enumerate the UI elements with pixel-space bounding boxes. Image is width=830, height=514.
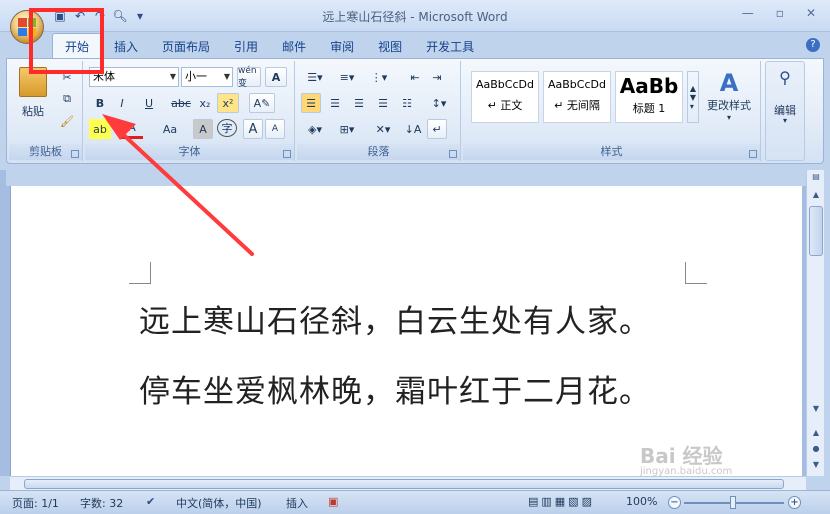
annotation-arrow	[102, 114, 254, 256]
annotation-highlight-box	[29, 8, 104, 74]
